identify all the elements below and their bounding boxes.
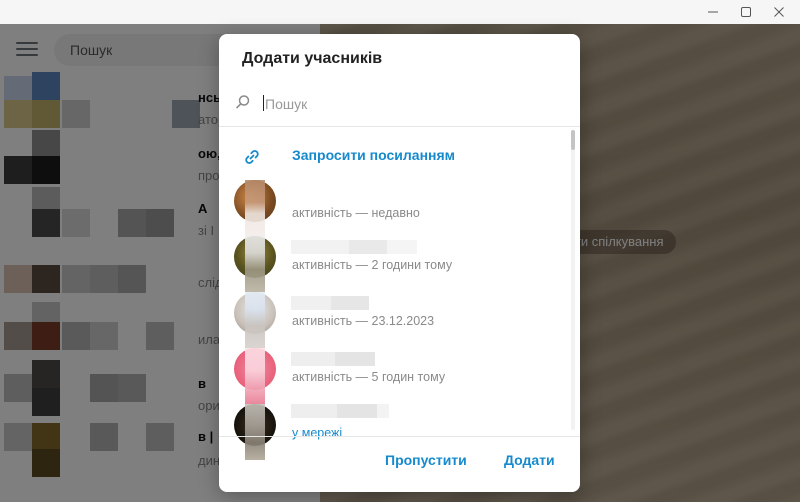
maximize-icon[interactable]	[729, 0, 763, 24]
member-status: активність — 2 години тому	[292, 258, 453, 272]
close-icon[interactable]	[762, 0, 796, 24]
member-row[interactable]: активність — 23.12.2023	[219, 292, 574, 348]
dialog-title: Додати учасників	[242, 50, 383, 67]
link-icon	[243, 148, 261, 171]
invite-link-label: Запросити посиланням	[292, 147, 456, 163]
member-row[interactable]: активність — 5 годин тому	[219, 348, 574, 404]
avatar-redaction	[245, 292, 265, 348]
member-row[interactable]: активність — 2 години тому	[219, 236, 574, 292]
name-redaction	[291, 240, 417, 254]
member-status: активність — 23.12.2023	[292, 314, 435, 328]
minimize-icon[interactable]	[696, 0, 730, 24]
member-status: у мережі	[292, 426, 343, 440]
avatar-redaction	[245, 236, 265, 292]
avatar-redaction	[245, 348, 265, 404]
member-status: активність — недавно	[292, 206, 420, 220]
avatar-redaction	[245, 404, 265, 460]
avatar-redaction	[245, 180, 265, 236]
divider	[219, 436, 580, 437]
skip-button[interactable]: Пропустити	[385, 452, 467, 468]
member-status: активність — 5 годин тому	[292, 370, 446, 384]
name-redaction	[291, 404, 389, 418]
search-icon	[235, 94, 251, 115]
text-caret	[263, 95, 264, 111]
member-row[interactable]: активність — недавно	[219, 180, 574, 236]
divider	[219, 126, 580, 127]
add-members-dialog: Додати учасників Запросити посиланням ак…	[219, 34, 580, 492]
invite-link-button[interactable]: Запросити посиланням	[219, 138, 574, 174]
name-redaction	[291, 352, 375, 366]
add-button[interactable]: Додати	[504, 452, 555, 468]
window-titlebar	[0, 0, 800, 24]
name-redaction	[291, 296, 369, 310]
member-search-input[interactable]	[265, 94, 545, 114]
